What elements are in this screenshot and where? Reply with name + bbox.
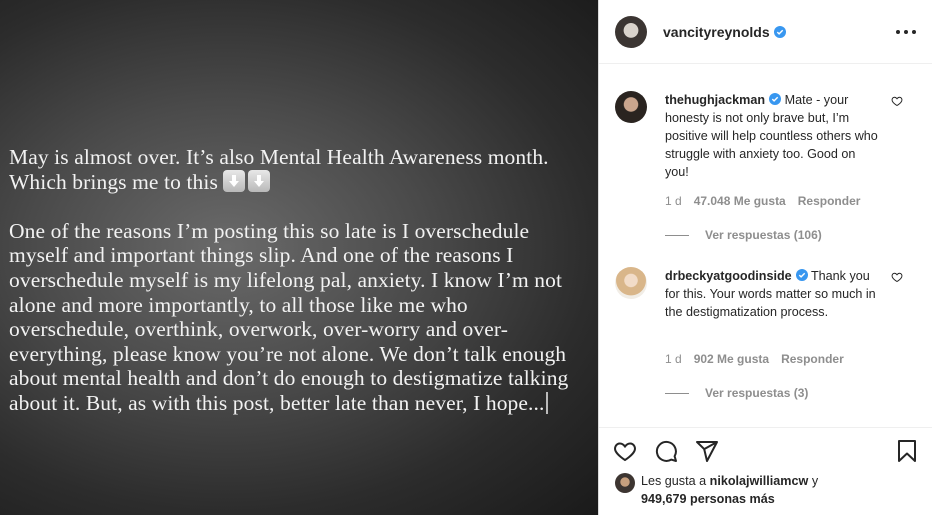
- post-actions-bar: Les gusta a nikolajwilliamcw y 949,679 p…: [599, 427, 932, 515]
- replies-divider: [665, 234, 689, 236]
- post-side-panel: vancityreynolds thehughjackman Mate - yo…: [598, 0, 932, 515]
- username-text[interactable]: vancityreynolds: [663, 24, 770, 40]
- post-author-username[interactable]: vancityreynolds: [663, 24, 786, 40]
- likes-summary-text: Les gusta a nikolajwilliamcw y 949,679 p…: [641, 472, 818, 508]
- view-replies-button[interactable]: Ver respuestas (3): [665, 386, 808, 400]
- post-caption-image-text: May is almost over. It’s also Mental Hea…: [9, 145, 589, 440]
- post-line-2: Which brings me to this: [9, 169, 218, 194]
- avatar[interactable]: [615, 267, 647, 299]
- avatar[interactable]: [615, 473, 635, 493]
- likes-summary: Les gusta a nikolajwilliamcw y 949,679 p…: [615, 472, 818, 508]
- comments-list[interactable]: thehughjackman Mate - your honesty is no…: [599, 65, 932, 427]
- likes-prefix: Les gusta a: [641, 474, 707, 488]
- view-replies-label[interactable]: Ver respuestas (3): [705, 386, 808, 400]
- comment-meta: 1 d 47.048 Me gusta Responder: [665, 194, 860, 208]
- comment-likes[interactable]: 47.048 Me gusta: [694, 194, 786, 208]
- view-replies-button[interactable]: Ver respuestas (106): [665, 228, 822, 242]
- comment-text: drbeckyatgoodinside Thank you for this. …: [665, 267, 881, 321]
- likes-count[interactable]: 949,679 personas más: [641, 492, 775, 506]
- verified-badge-icon: [795, 269, 808, 281]
- bookmark-icon[interactable]: [895, 439, 919, 463]
- likes-conjunction: y: [811, 474, 819, 488]
- post-header: vancityreynolds: [599, 0, 932, 64]
- down-arrow-icon: [223, 169, 246, 192]
- heart-icon[interactable]: [613, 439, 637, 463]
- liked-by-username[interactable]: nikolajwilliamcw: [710, 474, 809, 488]
- avatar[interactable]: [615, 91, 647, 123]
- replies-divider: [665, 392, 689, 394]
- comment-text: thehughjackman Mate - your honesty is no…: [665, 91, 881, 181]
- view-replies-label[interactable]: Ver respuestas (106): [705, 228, 822, 242]
- share-icon[interactable]: [695, 439, 719, 463]
- post-image[interactable]: May is almost over. It’s also Mental Hea…: [0, 0, 598, 515]
- avatar[interactable]: [615, 15, 647, 48]
- text-cursor: [546, 391, 549, 414]
- comment-username[interactable]: drbeckyatgoodinside: [665, 269, 792, 283]
- comment-icon[interactable]: [654, 439, 678, 463]
- down-arrow-icon: [248, 169, 271, 192]
- verified-badge-icon: [773, 25, 786, 38]
- like-comment-heart-icon[interactable]: [891, 95, 903, 107]
- post-paragraph-2: One of the reasons I’m posting this so l…: [9, 218, 569, 415]
- comment-time[interactable]: 1 d: [665, 194, 682, 208]
- post-line-1: May is almost over. It’s also Mental Hea…: [9, 145, 549, 169]
- comment-time[interactable]: 1 d: [665, 352, 682, 366]
- comment-meta: 1 d 902 Me gusta Responder: [665, 352, 844, 366]
- more-options-icon[interactable]: [896, 22, 916, 42]
- comment-username[interactable]: thehughjackman: [665, 93, 765, 107]
- reply-button[interactable]: Responder: [798, 194, 861, 208]
- like-comment-heart-icon[interactable]: [891, 271, 903, 283]
- comment-likes[interactable]: 902 Me gusta: [694, 352, 769, 366]
- reply-button[interactable]: Responder: [781, 352, 844, 366]
- verified-badge-icon: [769, 93, 782, 105]
